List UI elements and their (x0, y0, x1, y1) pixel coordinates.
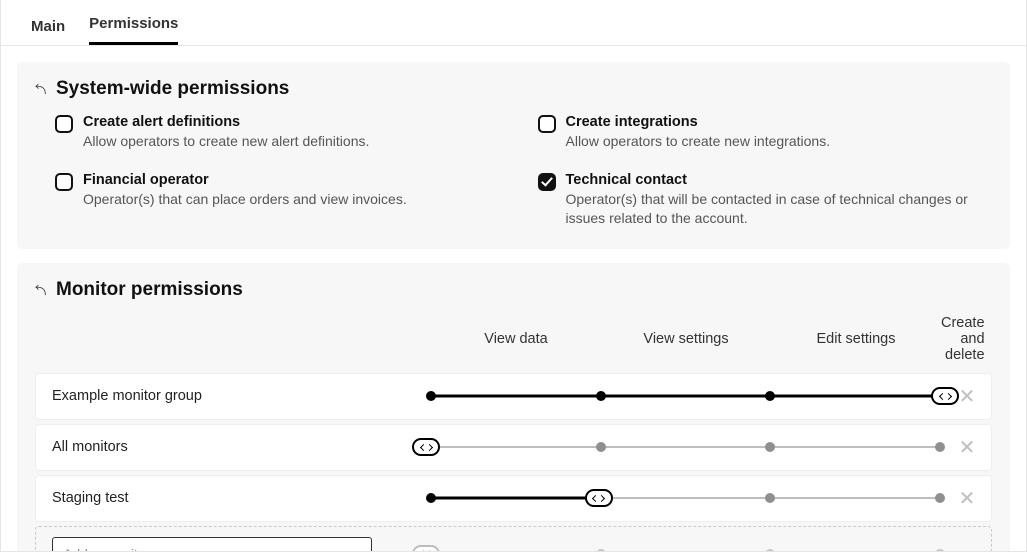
perm-title: Create alert definitions (83, 114, 369, 130)
monitor-row: Example monitor group ✕ (35, 373, 992, 420)
slider-handle[interactable] (585, 489, 613, 507)
col-edit-settings: Edit settings (771, 331, 941, 347)
perm-desc: Operator(s) that can place orders and vi… (83, 190, 407, 210)
collapse-icon[interactable]: ⤵ (33, 284, 49, 295)
monitor-permissions-panel: ⤵ Monitor permissions View data View set… (17, 263, 1010, 552)
slider-handle-disabled (412, 545, 440, 552)
perm-desc: Allow operators to create new alert defi… (83, 132, 369, 152)
col-view-data: View data (431, 331, 601, 347)
checkbox-create-alert-definitions[interactable] (55, 115, 73, 133)
col-view-settings: View settings (601, 331, 771, 347)
monitor-row: All monitors ✕ (35, 424, 992, 471)
monitor-heading: Monitor permissions (56, 279, 243, 301)
tab-bar: Main Permissions (1, 0, 1026, 46)
permission-slider[interactable] (426, 391, 945, 401)
checkbox-financial-operator[interactable] (55, 173, 73, 191)
permission-slider[interactable] (426, 493, 945, 503)
permission-slider[interactable] (426, 442, 945, 452)
collapse-icon[interactable]: ⤵ (33, 84, 49, 95)
slider-handle[interactable] (931, 387, 959, 405)
perm-create-integrations: Create integrations Allow operators to c… (538, 114, 993, 152)
perm-create-alert-definitions: Create alert definitions Allow operators… (55, 114, 510, 152)
col-create-delete: Create and delete (941, 315, 991, 363)
checkbox-technical-contact[interactable] (538, 173, 556, 191)
perm-title: Create integrations (566, 114, 831, 130)
slider-handle[interactable] (412, 438, 440, 456)
perm-desc: Operator(s) that will be contacted in ca… (566, 190, 993, 229)
perm-financial-operator: Financial operator Operator(s) that can … (55, 172, 510, 229)
perm-desc: Allow operators to create new integratio… (566, 132, 831, 152)
monitor-row-name: All monitors (52, 439, 426, 455)
remove-row-button[interactable]: ✕ (953, 435, 981, 460)
add-monitor-select[interactable]: Add a monitor or group... (52, 537, 372, 552)
system-heading: System-wide permissions (56, 78, 289, 100)
perm-title: Financial operator (83, 172, 407, 188)
tab-main[interactable]: Main (31, 6, 65, 45)
checkbox-create-integrations[interactable] (538, 115, 556, 133)
tab-permissions[interactable]: Permissions (89, 3, 178, 45)
perm-title: Technical contact (566, 172, 993, 188)
monitor-row-name: Staging test (52, 490, 426, 506)
remove-row-button[interactable]: ✕ (953, 486, 981, 511)
monitor-add-row: Add a monitor or group... (35, 526, 992, 552)
monitor-row: Staging test ✕ (35, 475, 992, 522)
perm-technical-contact: Technical contact Operator(s) that will … (538, 172, 993, 229)
monitor-row-name: Example monitor group (52, 388, 426, 404)
monitor-column-headers: View data View settings Edit settings Cr… (35, 315, 992, 373)
add-monitor-placeholder: Add a monitor or group... (63, 546, 218, 552)
system-permissions-panel: ⤵ System-wide permissions Create alert d… (17, 62, 1010, 249)
